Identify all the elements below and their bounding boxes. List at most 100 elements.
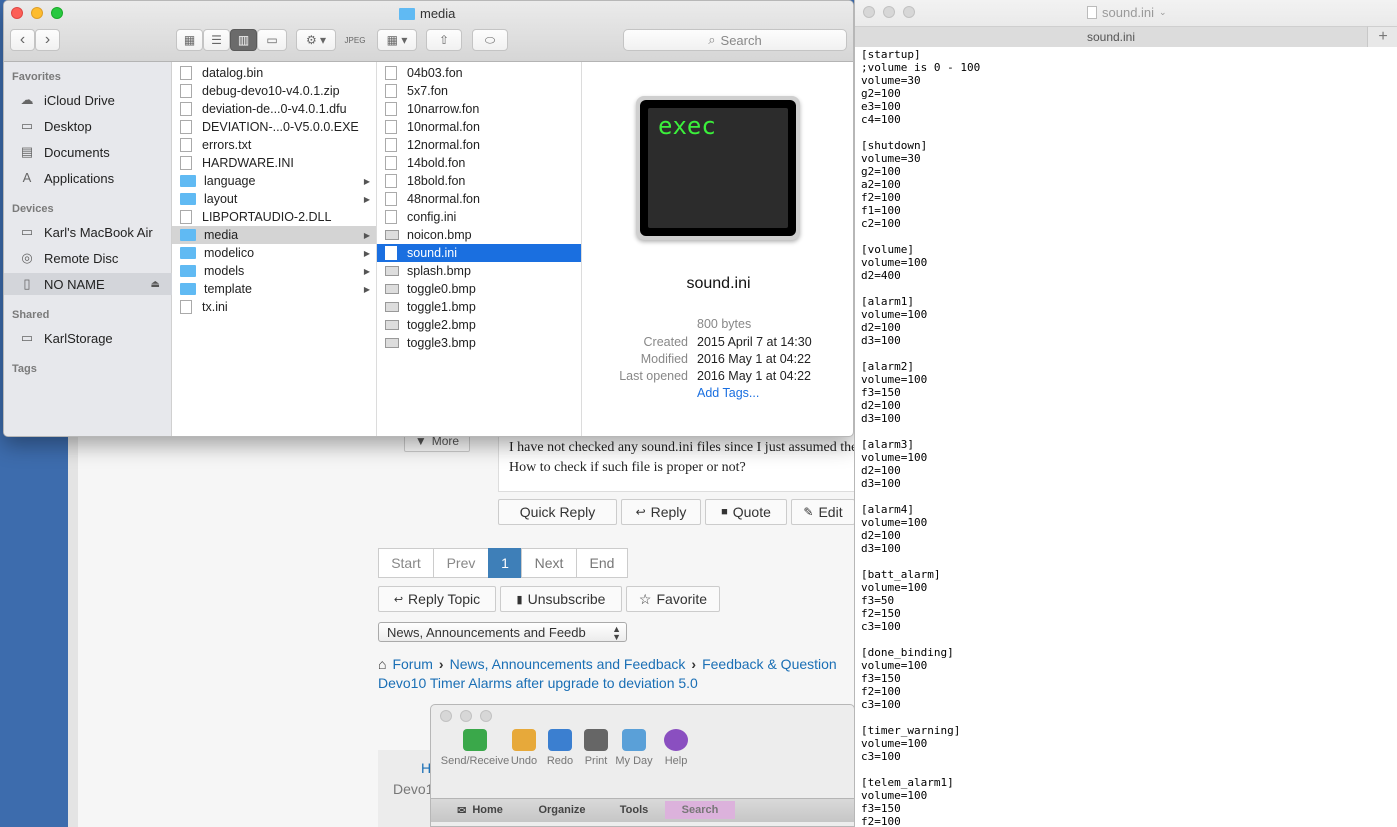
- close-window-button[interactable]: [11, 7, 23, 19]
- reply-icon: ↩: [635, 505, 646, 519]
- item-label: sound.ini: [407, 246, 458, 260]
- file-item[interactable]: 14bold.fon: [377, 154, 581, 172]
- action-menu-button[interactable]: ⚙ ▾: [296, 29, 336, 51]
- list-view-button[interactable]: ☰: [203, 29, 230, 51]
- minimize-window-button[interactable]: [883, 6, 895, 18]
- minimize-window-button[interactable]: [31, 7, 43, 19]
- reply-button[interactable]: ↩ Reply: [621, 499, 701, 525]
- zoom-window-button[interactable]: [480, 710, 492, 722]
- reply-topic-button[interactable]: ↩ Reply Topic: [378, 586, 496, 612]
- file-item[interactable]: 18bold.fon: [377, 172, 581, 190]
- pagination-end[interactable]: End: [576, 548, 628, 578]
- breadcrumb-news[interactable]: News, Announcements and Feedback: [450, 656, 686, 672]
- arrange-button[interactable]: ▦ ▾: [377, 29, 417, 51]
- file-item[interactable]: splash.bmp: [377, 262, 581, 280]
- file-item[interactable]: debug-devo10-v4.0.1.zip: [172, 82, 376, 100]
- tab-home[interactable]: ✉ Home: [445, 801, 515, 819]
- file-item[interactable]: errors.txt: [172, 136, 376, 154]
- back-button[interactable]: ‹: [10, 29, 35, 51]
- file-item[interactable]: 10normal.fon: [377, 118, 581, 136]
- sidebar-item-applications[interactable]: A Applications: [4, 167, 172, 189]
- file-item[interactable]: HARDWARE.INI: [172, 154, 376, 172]
- folder-icon: [180, 283, 196, 295]
- file-item[interactable]: tx.ini: [172, 298, 376, 316]
- pagination-next[interactable]: Next: [521, 548, 577, 578]
- file-item[interactable]: toggle1.bmp: [377, 298, 581, 316]
- close-window-button[interactable]: [863, 6, 875, 18]
- item-label: media: [204, 228, 239, 242]
- sidebar-item-icloud[interactable]: ☁ iCloud Drive: [4, 89, 172, 111]
- file-item[interactable]: 04b03.fon: [377, 64, 581, 82]
- folder-item[interactable]: media ▶: [172, 226, 376, 244]
- folder-item[interactable]: language ▶: [172, 172, 376, 190]
- file-item[interactable]: 10narrow.fon: [377, 100, 581, 118]
- pagination-start[interactable]: Start: [378, 548, 434, 578]
- document-text[interactable]: [startup] ;volume is 0 - 100 volume=30 g…: [861, 48, 1391, 827]
- quote-button[interactable]: ■ Quote: [705, 499, 787, 525]
- file-item[interactable]: deviation-de...0-v4.0.1.dfu: [172, 100, 376, 118]
- finder-window: media ‹ › ▦ ☰ ▥ ▭ ⚙ ▾ JPEG ▦ ▾ ⇧ ⬭ ⌕ Sear…: [3, 0, 854, 437]
- file-item[interactable]: 12normal.fon: [377, 136, 581, 154]
- reply-topic-icon: ↩: [393, 593, 404, 606]
- image-file-icon: [385, 284, 399, 294]
- document-icon: [385, 120, 397, 134]
- last-opened-value: 2016 May 1 at 04:22: [697, 369, 811, 383]
- laptop-icon: ▭: [20, 224, 34, 239]
- tab-search[interactable]: Search: [665, 801, 735, 819]
- quick-reply-button[interactable]: Quick Reply: [498, 499, 617, 525]
- sidebar-item-desktop[interactable]: ▭ Desktop: [4, 115, 172, 137]
- file-item[interactable]: sound.ini: [377, 244, 581, 262]
- close-window-button[interactable]: [440, 710, 452, 722]
- help-button[interactable]: Help: [649, 729, 703, 767]
- forward-button[interactable]: ›: [35, 29, 60, 51]
- pagination-prev[interactable]: Prev: [433, 548, 489, 578]
- folder-item[interactable]: layout ▶: [172, 190, 376, 208]
- unsubscribe-button[interactable]: ▮ Unsubscribe: [500, 586, 622, 612]
- cover-flow-button[interactable]: ▭: [257, 29, 287, 51]
- preview-size: 800 bytes: [697, 317, 752, 331]
- file-item[interactable]: DEVIATION-...0-V5.0.0.EXE: [172, 118, 376, 136]
- tab-organize[interactable]: Organize: [527, 801, 597, 819]
- column-view-button[interactable]: ▥: [230, 29, 257, 51]
- file-item[interactable]: LIBPORTAUDIO-2.DLL: [172, 208, 376, 226]
- jpeg-icon[interactable]: JPEG: [345, 29, 366, 51]
- file-item[interactable]: noicon.bmp: [377, 226, 581, 244]
- textedit-title[interactable]: sound.ini ⌄: [1087, 5, 1167, 20]
- image-file-icon: [385, 338, 399, 348]
- share-button[interactable]: ⇧: [426, 29, 462, 51]
- item-label: toggle3.bmp: [407, 336, 476, 350]
- folder-item[interactable]: models ▶: [172, 262, 376, 280]
- eject-icon[interactable]: ⏏: [151, 279, 160, 290]
- sidebar-item-remote-disc[interactable]: ◎ Remote Disc: [4, 247, 172, 269]
- file-item[interactable]: 48normal.fon: [377, 190, 581, 208]
- sidebar-item-documents[interactable]: ▤ Documents: [4, 141, 172, 163]
- sidebar-item-macbook[interactable]: ▭ Karl's MacBook Air: [4, 221, 172, 243]
- breadcrumb-forum[interactable]: Forum: [392, 656, 432, 672]
- document-tab[interactable]: sound.ini: [855, 26, 1367, 47]
- icon-view-button[interactable]: ▦: [176, 29, 203, 51]
- add-tags-link[interactable]: Add Tags...: [697, 386, 759, 400]
- file-item[interactable]: toggle3.bmp: [377, 334, 581, 352]
- file-item[interactable]: 5x7.fon: [377, 82, 581, 100]
- tab-tools[interactable]: Tools: [599, 801, 669, 819]
- category-select[interactable]: News, Announcements and Feedb ▲ ▼: [378, 622, 627, 642]
- file-item[interactable]: config.ini: [377, 208, 581, 226]
- minimize-window-button[interactable]: [460, 710, 472, 722]
- sidebar-item-no-name[interactable]: ▯ NO NAME ⏏: [4, 273, 172, 295]
- search-field[interactable]: ⌕ Search: [623, 29, 847, 51]
- topic-title-link[interactable]: Devo10 Timer Alarms after upgrade to dev…: [378, 675, 698, 691]
- file-item[interactable]: toggle2.bmp: [377, 316, 581, 334]
- folder-item[interactable]: modelico ▶: [172, 244, 376, 262]
- zoom-window-button[interactable]: [51, 7, 63, 19]
- file-item[interactable]: toggle0.bmp: [377, 280, 581, 298]
- folder-item[interactable]: template ▶: [172, 280, 376, 298]
- file-item[interactable]: datalog.bin: [172, 64, 376, 82]
- sidebar-item-karlstorage[interactable]: ▭ KarlStorage: [4, 327, 172, 349]
- favorite-button[interactable]: ☆ Favorite: [626, 586, 720, 612]
- new-tab-button[interactable]: +: [1367, 26, 1397, 47]
- breadcrumb-feedback[interactable]: Feedback & Question: [702, 656, 837, 672]
- tag-button[interactable]: ⬭: [472, 29, 508, 51]
- pagination-current[interactable]: 1: [488, 548, 522, 578]
- edit-button[interactable]: ✎ Edit: [791, 499, 855, 525]
- zoom-window-button[interactable]: [903, 6, 915, 18]
